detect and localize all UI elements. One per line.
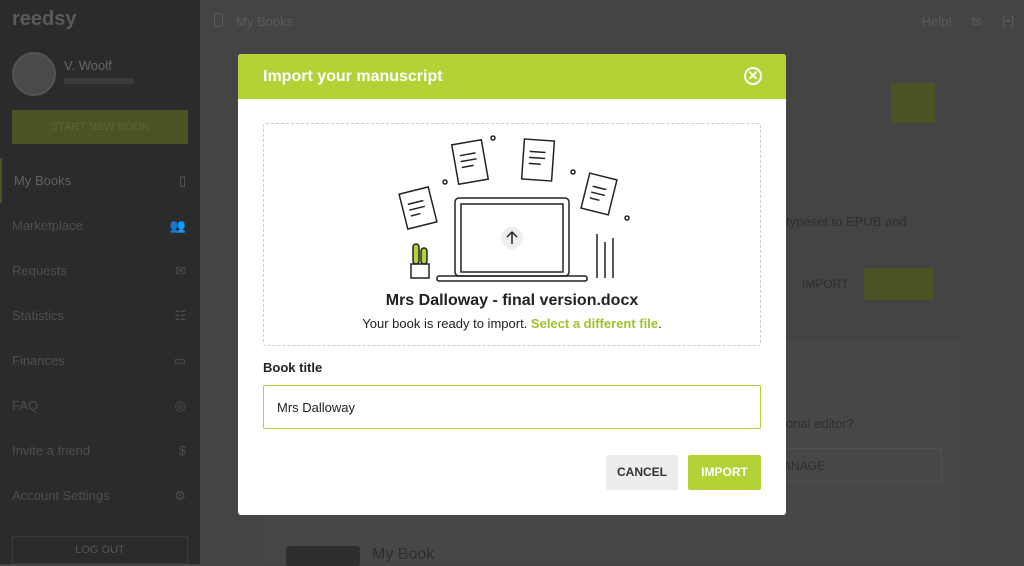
- sidebar-item-label: Statistics: [12, 308, 65, 323]
- document-icon: [398, 185, 438, 231]
- user-name: V. Woolf: [64, 58, 112, 73]
- sidebar-item-faq[interactable]: FAQ ◎: [0, 383, 200, 428]
- sidebar-item-label: Marketplace: [12, 218, 83, 233]
- bg-book-title: My Book: [372, 546, 435, 563]
- bg-new-button: [864, 268, 934, 300]
- book-icon: ▯: [178, 172, 186, 188]
- avatar[interactable]: [12, 52, 56, 96]
- lifebuoy-icon: ◎: [174, 397, 186, 413]
- sidebar-item-finances[interactable]: Finances ▭: [0, 338, 200, 383]
- book-title-label: Book title: [263, 360, 323, 375]
- sidebar-item-account-settings[interactable]: Account Settings ⚙: [0, 473, 200, 518]
- book-title-input[interactable]: [263, 385, 761, 429]
- import-modal: Import your manuscript ✕ Mrs Dalloway - …: [238, 54, 786, 515]
- bg-editor-text: onal editor?: [786, 416, 854, 431]
- sidebar-item-label: FAQ: [12, 398, 39, 413]
- sidebar-item-label: Requests: [12, 263, 67, 278]
- sidebar: reedsy V. Woolf START NEW BOOK My Books ▯…: [0, 0, 200, 564]
- ready-message: Your book is ready to import.: [362, 316, 528, 331]
- document-icon: [580, 172, 618, 216]
- ready-text: Your book is ready to import. Select a d…: [264, 316, 760, 331]
- topbar: My Books Help! ✉ [•]: [200, 0, 1024, 44]
- book-icon: [214, 13, 223, 27]
- sidebar-nav: My Books ▯ Marketplace 👥 Requests ✉ Statist…: [0, 158, 200, 518]
- wallet-icon: ▭: [173, 352, 186, 368]
- sidebar-item-invite[interactable]: Invite a friend $: [0, 428, 200, 473]
- sidebar-item-my-books[interactable]: My Books ▯: [0, 158, 200, 203]
- new-book-button[interactable]: START NEW BOOK: [12, 110, 188, 144]
- help-link[interactable]: Help!: [922, 14, 952, 29]
- bg-import-button: IMPORT: [802, 277, 849, 291]
- sidebar-item-label: Account Settings: [12, 488, 110, 503]
- close-icon[interactable]: ✕: [744, 67, 762, 85]
- user-subtitle: [64, 78, 134, 84]
- notifications-icon[interactable]: [•]: [1002, 13, 1014, 28]
- cancel-button[interactable]: CANCEL: [606, 455, 678, 490]
- sidebar-item-statistics[interactable]: Statistics ☷: [0, 293, 200, 338]
- gear-icon: ⚙: [174, 487, 186, 503]
- sidebar-item-requests[interactable]: Requests ✉: [0, 248, 200, 293]
- dollar-icon: $: [178, 443, 186, 458]
- document-icon: [520, 138, 556, 182]
- users-icon: 👥: [169, 217, 186, 233]
- sidebar-item-label: My Books: [14, 173, 72, 188]
- mail-icon: ✉: [175, 262, 186, 278]
- page-title: My Books: [236, 14, 294, 29]
- logo[interactable]: reedsy: [12, 8, 77, 31]
- sidebar-item-marketplace[interactable]: Marketplace 👥: [0, 203, 200, 248]
- file-drop-zone[interactable]: Mrs Dalloway - final version.docx Your b…: [263, 123, 761, 346]
- bg-typeset-text: typeset to EPUB and: [786, 214, 907, 229]
- bar-chart-icon: [596, 234, 614, 278]
- sidebar-item-label: Invite a friend: [12, 443, 91, 458]
- logout-button[interactable]: LOG OUT: [12, 536, 188, 564]
- mail-icon[interactable]: ✉: [971, 14, 982, 30]
- sidebar-item-label: Finances: [12, 353, 65, 368]
- document-icon: [450, 138, 490, 186]
- file-name: Mrs Dalloway - final version.docx: [385, 292, 639, 309]
- stats-icon: ☷: [174, 307, 186, 323]
- select-different-file-link[interactable]: Select a different file: [531, 316, 658, 331]
- bg-manage-button: ANAGE: [770, 448, 942, 482]
- upload-illustration: [398, 135, 630, 282]
- plant-pot-icon: [410, 263, 430, 279]
- import-button[interactable]: IMPORT: [688, 455, 761, 490]
- bg-book-cover: [286, 546, 360, 566]
- period: .: [658, 316, 662, 331]
- modal-header: Import your manuscript ✕: [238, 54, 786, 99]
- modal-title: Import your manuscript: [263, 68, 443, 85]
- search-button: [891, 83, 935, 123]
